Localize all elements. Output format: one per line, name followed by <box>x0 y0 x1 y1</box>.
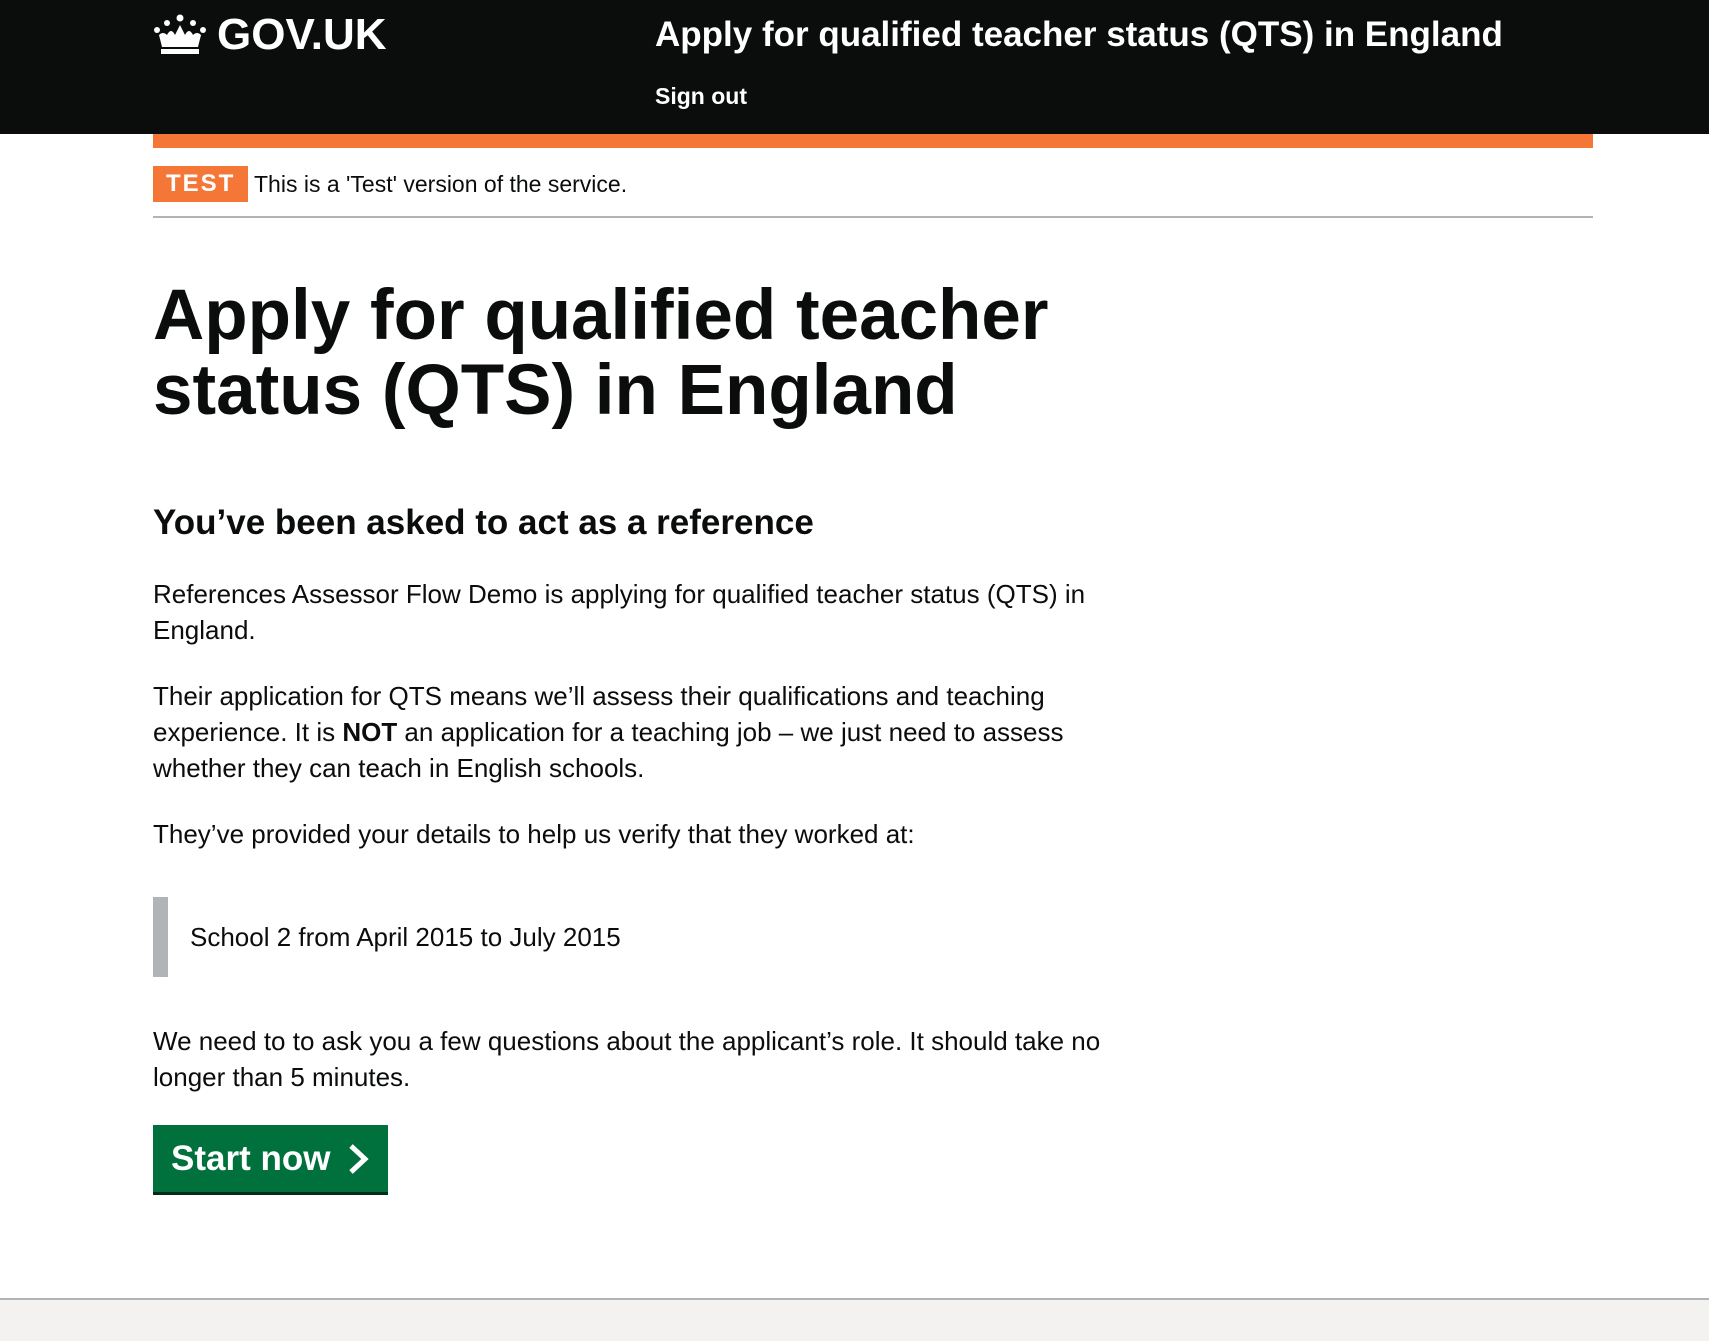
sign-out-link[interactable]: Sign out <box>655 82 747 110</box>
phase-banner: TEST This is a 'Test' version of the ser… <box>153 148 1593 218</box>
start-button-label: Start now <box>171 1138 331 1178</box>
application-explanation-paragraph: Their application for QTS means we’ll as… <box>153 678 1113 786</box>
verify-paragraph: They’ve provided your details to help us… <box>153 819 915 849</box>
logo-text: GOV.UK <box>217 10 387 59</box>
phase-color-strip <box>153 134 1593 148</box>
section-heading: You’ve been asked to act as a reference <box>153 503 814 542</box>
intro-paragraph: References Assessor Flow Demo is applyin… <box>153 579 1086 645</box>
phase-tag: TEST <box>153 166 249 202</box>
emphasis-not: NOT <box>342 717 398 747</box>
chevron-right-icon <box>349 1143 370 1174</box>
phase-banner-text: This is a 'Test' version of the service. <box>254 171 628 197</box>
inset-text: School 2 from April 2015 to July 2015 <box>153 897 953 977</box>
page-title: Apply for qualified teacher status (QTS)… <box>153 276 1049 430</box>
crown-icon <box>154 14 206 54</box>
govuk-logo-link[interactable]: GOV.UK <box>153 10 387 60</box>
site-footer <box>0 1298 1709 1341</box>
service-name-link[interactable]: Apply for qualified teacher status (QTS)… <box>655 14 1503 56</box>
start-now-button[interactable]: Start now <box>153 1125 389 1192</box>
time-estimate-paragraph: We need to to ask you a few questions ab… <box>153 1026 1101 1092</box>
site-header: GOV.UK Apply for qualified teacher statu… <box>0 0 1709 134</box>
work-history-item: School 2 from April 2015 to July 2015 <box>190 922 621 952</box>
